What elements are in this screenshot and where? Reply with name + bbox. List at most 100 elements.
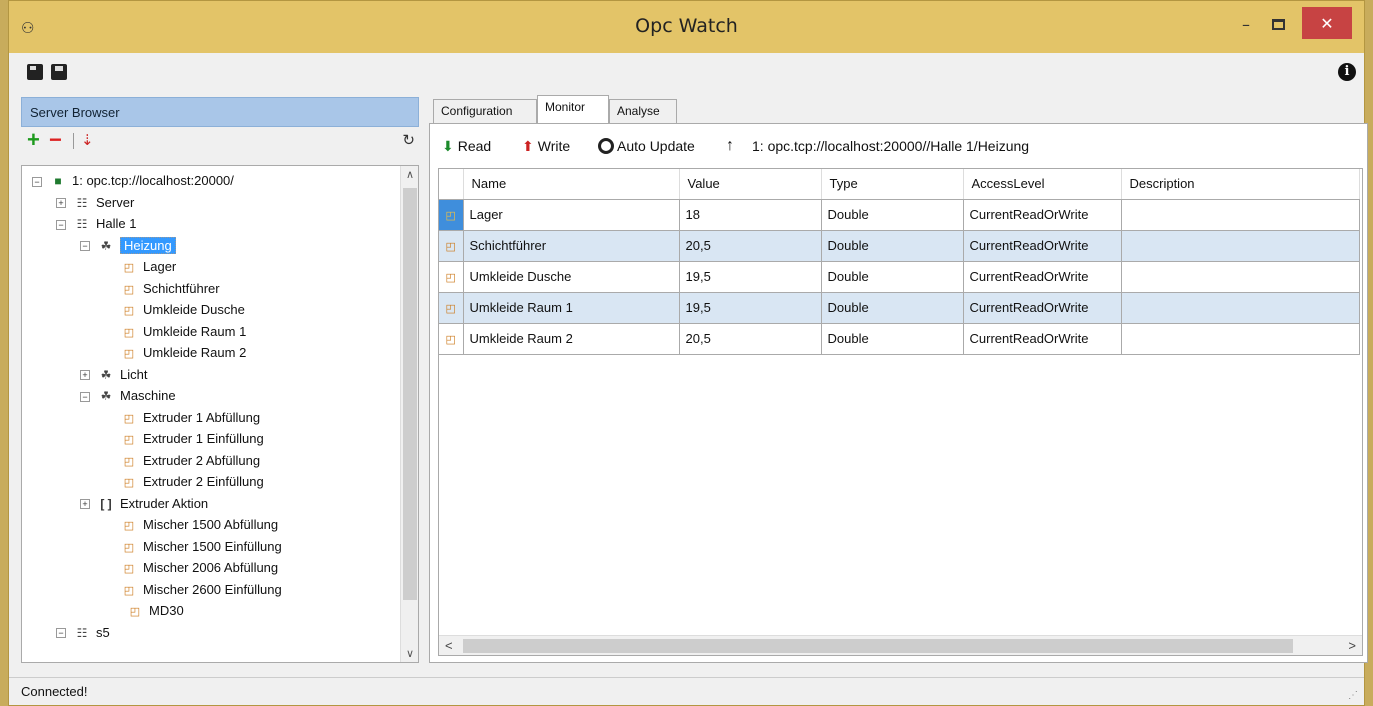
collapse-icon[interactable]: − bbox=[56, 219, 66, 230]
tree-node[interactable]: + ☘ Licht bbox=[80, 364, 147, 386]
cell-name[interactable]: Schichtführer bbox=[463, 230, 680, 262]
cell-name[interactable]: Umkleide Dusche bbox=[463, 261, 680, 293]
tab-monitor[interactable]: Monitor bbox=[537, 95, 609, 123]
cell-name[interactable]: Umkleide Raum 2 bbox=[463, 323, 680, 355]
cell-name[interactable]: Umkleide Raum 1 bbox=[463, 292, 680, 324]
close-button[interactable]: ✕ bbox=[1302, 7, 1352, 39]
refresh-icon[interactable]: ↻ bbox=[402, 131, 415, 149]
tree-node[interactable]: − ☘ Maschine bbox=[80, 385, 176, 407]
navigate-up-icon[interactable]: ↑ bbox=[726, 137, 734, 155]
column-header-type[interactable]: Type bbox=[821, 169, 964, 200]
column-header-value[interactable]: Value bbox=[679, 169, 822, 200]
row-header[interactable]: ◰ bbox=[439, 323, 464, 355]
maximize-button[interactable] bbox=[1263, 9, 1293, 39]
table-row[interactable]: ◰ Umkleide Raum 2 20,5 Double CurrentReadOrW… bbox=[439, 323, 1360, 355]
collapse-icon[interactable]: − bbox=[80, 241, 90, 252]
cell-value[interactable]: 20,5 bbox=[679, 323, 822, 355]
column-header-name[interactable]: Name bbox=[463, 169, 680, 200]
resize-grip-icon[interactable]: ⋰ bbox=[1348, 690, 1358, 701]
cell-type[interactable]: Double bbox=[821, 230, 964, 262]
read-button[interactable]: ⬇ Read bbox=[442, 138, 491, 155]
row-header[interactable]: ◰ bbox=[439, 199, 464, 231]
server-tree[interactable]: ∧ ∨ − ■ 1: opc.tcp://localhost:20000/ + ☷ Ser… bbox=[21, 165, 419, 663]
tree-node[interactable]: − ■ 1: opc.tcp://localhost:20000/ bbox=[32, 170, 234, 192]
cell-name[interactable]: Lager bbox=[463, 199, 680, 231]
column-header-accesslevel[interactable]: AccessLevel bbox=[963, 169, 1122, 200]
tree-node-label: Licht bbox=[120, 366, 148, 382]
expand-icon[interactable]: + bbox=[80, 370, 90, 381]
tree-node[interactable]: ◰ Mischer 1500 Einfüllung bbox=[120, 536, 282, 558]
table-row[interactable]: ◰ Lager 18 Double CurrentReadOrWrite bbox=[439, 199, 1360, 231]
save-file-icon[interactable] bbox=[51, 64, 67, 80]
collapse-icon[interactable]: − bbox=[80, 391, 90, 402]
cell-value[interactable]: 18 bbox=[679, 199, 822, 231]
column-header-description[interactable]: Description bbox=[1121, 169, 1360, 200]
tree-node[interactable]: ◰ Schichtführer bbox=[120, 278, 220, 300]
tree-node[interactable]: ◰ Lager bbox=[120, 256, 176, 278]
tree-node[interactable]: ◰ Mischer 1500 Abfüllung bbox=[120, 514, 278, 536]
cell-accesslevel[interactable]: CurrentReadOrWrite bbox=[963, 323, 1122, 355]
cell-type[interactable]: Double bbox=[821, 292, 964, 324]
tree-node[interactable]: ◰ Extruder 2 Abfüllung bbox=[120, 450, 260, 472]
expand-icon[interactable]: + bbox=[56, 198, 66, 209]
open-file-icon[interactable] bbox=[27, 64, 43, 80]
scroll-left-arrow-icon[interactable]: < bbox=[445, 638, 453, 653]
cell-type[interactable]: Double bbox=[821, 261, 964, 293]
tree-node[interactable]: ◰ Mischer 2006 Abfüllung bbox=[120, 557, 278, 579]
variable-icon: ◰ bbox=[445, 241, 456, 253]
cell-description[interactable] bbox=[1121, 261, 1360, 293]
cell-description[interactable] bbox=[1121, 292, 1360, 324]
tree-node[interactable]: − ☷ Halle 1 bbox=[56, 213, 136, 235]
title-bar[interactable]: ⚇ Opc Watch – ✕ bbox=[9, 1, 1364, 53]
tab-configuration[interactable]: Configuration bbox=[433, 99, 537, 123]
grid-horizontal-scrollbar[interactable]: < > bbox=[439, 635, 1362, 655]
tree-node[interactable]: ◰ Umkleide Raum 2 bbox=[120, 342, 247, 364]
tree-node[interactable]: ◰ Extruder 1 Einfüllung bbox=[120, 428, 264, 450]
tree-node[interactable]: ◰ Extruder 1 Abfüllung bbox=[120, 407, 260, 429]
tree-scroll-thumb[interactable] bbox=[403, 188, 417, 600]
tree-node[interactable]: + [ ] Extruder Aktion bbox=[80, 493, 208, 515]
grid-scroll-thumb[interactable] bbox=[463, 639, 1293, 653]
auto-update-button[interactable]: Auto Update bbox=[598, 138, 695, 154]
tree-vertical-scrollbar[interactable]: ∧ ∨ bbox=[400, 166, 418, 662]
scroll-down-arrow-icon[interactable]: ∨ bbox=[401, 647, 418, 660]
minimize-button[interactable]: – bbox=[1231, 9, 1261, 39]
cell-description[interactable] bbox=[1121, 323, 1360, 355]
scroll-right-arrow-icon[interactable]: > bbox=[1348, 638, 1356, 653]
tree-node[interactable]: ◰ Mischer 2600 Einfüllung bbox=[120, 579, 282, 601]
cell-description[interactable] bbox=[1121, 230, 1360, 262]
remove-server-icon[interactable]: − bbox=[49, 129, 62, 151]
cell-accesslevel[interactable]: CurrentReadOrWrite bbox=[963, 199, 1122, 231]
tree-node[interactable]: − ☷ s5 bbox=[56, 622, 110, 644]
cell-value[interactable]: 19,5 bbox=[679, 261, 822, 293]
collapse-icon[interactable]: − bbox=[56, 628, 66, 639]
cell-value[interactable]: 19,5 bbox=[679, 292, 822, 324]
tree-node[interactable]: − ☘ Heizung bbox=[80, 235, 176, 257]
collapse-icon[interactable]: − bbox=[32, 176, 42, 187]
connect-plug-icon[interactable]: ⇣ bbox=[81, 131, 94, 149]
tree-node[interactable]: + ☷ Server bbox=[56, 192, 134, 214]
add-server-icon[interactable]: + bbox=[27, 129, 40, 151]
cell-type[interactable]: Double bbox=[821, 199, 964, 231]
info-icon[interactable]: i bbox=[1338, 63, 1356, 81]
table-row[interactable]: ◰ Umkleide Dusche 19,5 Double CurrentReadOrW… bbox=[439, 261, 1360, 293]
row-header[interactable]: ◰ bbox=[439, 292, 464, 324]
tree-node[interactable]: ◰ Extruder 2 Einfüllung bbox=[120, 471, 264, 493]
cell-value[interactable]: 20,5 bbox=[679, 230, 822, 262]
scroll-up-arrow-icon[interactable]: ∧ bbox=[401, 168, 418, 181]
tree-node[interactable]: ◰ MD30 bbox=[126, 600, 184, 622]
cell-accesslevel[interactable]: CurrentReadOrWrite bbox=[963, 292, 1122, 324]
write-button[interactable]: ⬆ Write bbox=[522, 138, 570, 155]
cell-type[interactable]: Double bbox=[821, 323, 964, 355]
table-row[interactable]: ◰ Schichtführer 20,5 Double CurrentReadOrWri… bbox=[439, 230, 1360, 262]
table-row[interactable]: ◰ Umkleide Raum 1 19,5 Double CurrentReadOrW… bbox=[439, 292, 1360, 324]
tree-node[interactable]: ◰ Umkleide Raum 1 bbox=[120, 321, 247, 343]
cell-description[interactable] bbox=[1121, 199, 1360, 231]
tree-node[interactable]: ◰ Umkleide Dusche bbox=[120, 299, 245, 321]
cell-accesslevel[interactable]: CurrentReadOrWrite bbox=[963, 261, 1122, 293]
tab-analyse[interactable]: Analyse bbox=[609, 99, 677, 123]
cell-accesslevel[interactable]: CurrentReadOrWrite bbox=[963, 230, 1122, 262]
expand-icon[interactable]: + bbox=[80, 499, 90, 510]
row-header[interactable]: ◰ bbox=[439, 230, 464, 262]
row-header[interactable]: ◰ bbox=[439, 261, 464, 293]
